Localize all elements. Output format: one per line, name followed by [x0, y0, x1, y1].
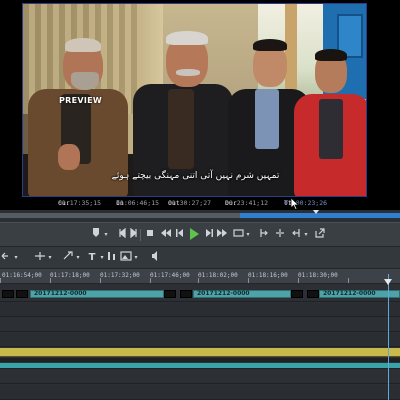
split-icon[interactable] — [274, 227, 286, 243]
timecode-bar: Cur 01:17:35;15 In 01:06:46;15 Out 01:30… — [0, 199, 400, 209]
empty-track-1[interactable] — [0, 303, 400, 317]
out-timecode: Out 01:30:27;27 — [168, 199, 211, 207]
empty-track-5[interactable] — [0, 385, 400, 400]
arrow-tool-dropdown-icon[interactable]: ▾ — [12, 250, 20, 266]
match-frame-icon[interactable] — [258, 227, 270, 243]
ruler-tick — [150, 278, 151, 283]
timeline-toolbar: ▾ ▾ ▾ T ▾ ▾ — [0, 246, 400, 268]
marker-dropdown-icon[interactable]: ▾ — [102, 227, 110, 243]
slip-tool-icon[interactable] — [34, 250, 46, 266]
ruler-tick — [50, 278, 51, 283]
title-tool-dropdown-icon[interactable]: ▾ — [98, 250, 106, 266]
ruler-tick — [0, 278, 1, 283]
in-label: In — [116, 199, 124, 207]
clip-label: 20171212-0000 — [34, 290, 87, 297]
mixer-icon[interactable] — [106, 250, 118, 266]
mouse-cursor-icon — [291, 198, 299, 210]
loop-dropdown-icon[interactable]: ▾ — [244, 227, 252, 243]
clip-label: 20171212-0000 — [323, 290, 376, 297]
image-tool-dropdown-icon[interactable]: ▾ — [132, 250, 140, 266]
out-label: Out — [168, 199, 180, 207]
clip-gap — [291, 290, 303, 298]
playhead[interactable] — [388, 274, 389, 400]
image-tool-icon[interactable] — [120, 250, 132, 266]
ruler-tick — [100, 278, 101, 283]
scrub-bar[interactable] — [0, 210, 400, 222]
playhead-handle[interactable] — [384, 279, 392, 285]
scrub-position-marker[interactable] — [313, 210, 319, 214]
fast-forward-icon[interactable] — [216, 227, 228, 243]
audio-track-1[interactable] — [0, 348, 400, 357]
marker-icon[interactable] — [90, 227, 102, 243]
frame-back-icon[interactable] — [174, 227, 186, 243]
empty-track-2[interactable] — [0, 318, 400, 332]
razor-tool-icon[interactable] — [62, 250, 74, 266]
ruler-tick — [198, 278, 199, 283]
ruler-tick — [248, 278, 249, 283]
audio-track-2[interactable] — [0, 363, 400, 369]
title-tool-icon[interactable]: T — [86, 250, 98, 266]
empty-track-4[interactable] — [0, 370, 400, 384]
preview-monitor: PREVIEW تمہیں شرم نہیں آتی اتنی مہنگی بی… — [0, 0, 400, 210]
scrub-in-out-range[interactable] — [240, 213, 400, 218]
set-in-icon[interactable] — [116, 227, 128, 243]
cur-timecode: Cur 01:17:35;15 — [58, 199, 101, 207]
clip-gap — [180, 290, 192, 298]
slip-tool-dropdown-icon[interactable]: ▾ — [46, 250, 54, 266]
trim-icon[interactable] — [290, 227, 302, 243]
dur-timecode: Dur 00:23:41;12 — [225, 199, 268, 207]
ruler-label: 01:18:16;00 — [248, 272, 288, 279]
empty-track-3[interactable] — [0, 333, 400, 347]
set-out-icon[interactable] — [128, 227, 140, 243]
clip-gap — [307, 290, 319, 298]
clip-gap — [16, 290, 28, 298]
toolbar-separator — [140, 229, 141, 241]
export-icon[interactable] — [314, 227, 326, 243]
clip-gap — [2, 290, 14, 298]
ruler-label: 01:18:30;00 — [298, 272, 338, 279]
ruler-label: 01:18:02;00 — [198, 272, 238, 279]
track-divider — [0, 358, 400, 362]
subtitle-text: تمہیں شرم نہیں آتی اتنی مہنگی بیچتے ہوئے — [111, 171, 280, 181]
ruler-tick — [298, 278, 299, 283]
timeline-tracks: 20171212-0000 20171212-0000 20171212-000… — [0, 284, 400, 400]
preview-video-frame[interactable]: PREVIEW تمہیں شرم نہیں آتی اتنی مہنگی بی… — [22, 3, 367, 197]
stop-icon[interactable] — [144, 227, 156, 243]
ruler-label: 01:17:46;00 — [150, 272, 190, 279]
audio-icon[interactable] — [150, 250, 162, 266]
clip-gap — [164, 290, 176, 298]
ruler-label: 01:16:54;00 — [2, 272, 42, 279]
ruler-label: 01:17:32;00 — [100, 272, 140, 279]
clip-label: 20171212-0000 — [197, 290, 250, 297]
razor-tool-dropdown-icon[interactable]: ▾ — [74, 250, 82, 266]
arrow-tool-icon[interactable] — [0, 250, 10, 266]
cur-label: Cur — [58, 199, 70, 207]
step-back-icon[interactable] — [160, 227, 172, 243]
in-timecode: In 01:06:46;15 — [116, 199, 159, 207]
play-icon[interactable] — [187, 227, 201, 243]
dur-label: Dur — [225, 199, 237, 207]
ruler-tick — [348, 278, 349, 283]
video-track-1[interactable]: 20171212-0000 20171212-0000 20171212-000… — [0, 288, 400, 302]
ruler-label: 01:17:18;00 — [50, 272, 90, 279]
transport-toolbar: ▾ ▾ ▾ — [0, 222, 400, 246]
timeline-ruler[interactable]: 01:16:54;00 01:17:18;00 01:17:32;00 01:1… — [0, 268, 400, 284]
trim-dropdown-icon[interactable]: ▾ — [302, 227, 310, 243]
frame-forward-icon[interactable] — [203, 227, 215, 243]
preview-label: PREVIEW — [59, 96, 103, 105]
